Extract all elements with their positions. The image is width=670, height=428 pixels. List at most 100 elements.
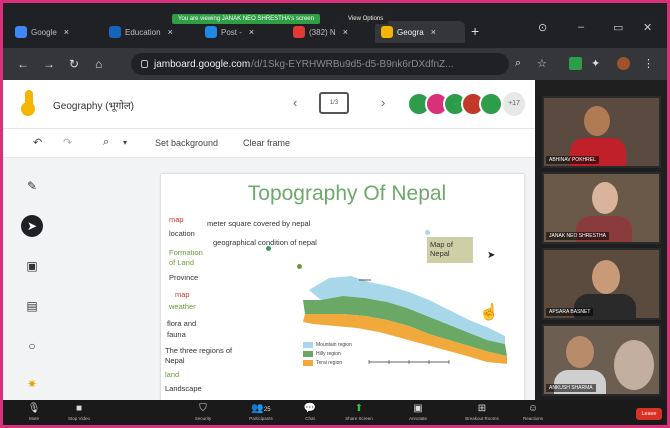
security-button[interactable]: ⛉ Security bbox=[183, 403, 223, 421]
tool-rail: ✎ ➤ ▣ ▤ ○ ✷ bbox=[15, 175, 49, 395]
back-icon[interactable]: ← bbox=[17, 57, 29, 71]
restore-icon[interactable]: ▭ bbox=[613, 21, 623, 34]
tab-post[interactable]: Post - × bbox=[199, 21, 283, 43]
reload-icon[interactable]: ↻ bbox=[69, 57, 79, 71]
chat-button[interactable]: 💬 Chat bbox=[293, 403, 327, 421]
participant-name: APSARA BASNET bbox=[546, 308, 594, 316]
participant-face bbox=[584, 106, 610, 136]
stop-video-button[interactable]: ■ Stop Video bbox=[59, 403, 99, 421]
shield-icon: ⛉ bbox=[199, 403, 207, 414]
slide-note: weather bbox=[169, 302, 196, 311]
participant-tile[interactable]: ABHINAV POKHREL bbox=[542, 96, 661, 168]
reactions-button[interactable]: ☺ Reactions bbox=[513, 403, 553, 421]
puzzle-icon[interactable]: ✦ bbox=[591, 57, 600, 70]
undo-icon[interactable]: ↶ bbox=[33, 136, 42, 149]
hand-cursor-icon: ☝ bbox=[479, 304, 499, 321]
tab-education[interactable]: Education × bbox=[103, 21, 193, 43]
redo-icon[interactable]: ↷ bbox=[63, 136, 72, 149]
mute-button[interactable]: 🎙 Mute bbox=[19, 403, 49, 421]
participant-tile[interactable]: APSARA BASNET bbox=[542, 248, 661, 320]
select-tool-icon[interactable]: ➤ bbox=[21, 215, 43, 237]
slide-note: map bbox=[169, 215, 184, 224]
browser-tab-strip: Google × Education × Post - × (382) N × … bbox=[3, 3, 667, 48]
tab-label: Education bbox=[125, 27, 161, 37]
collaborator-avatar[interactable] bbox=[479, 92, 503, 116]
participant-face bbox=[592, 260, 620, 294]
camera-icon: ■ bbox=[75, 403, 83, 414]
close-icon[interactable]: × bbox=[249, 27, 254, 37]
slide-note: Nepal bbox=[165, 356, 185, 365]
sticky-note-tool-icon[interactable]: ▣ bbox=[21, 255, 43, 277]
slide-note: Landscape bbox=[165, 384, 202, 393]
breakout-rooms-button[interactable]: ⊞ Breakout Rooms bbox=[455, 403, 509, 421]
profile-circle-icon[interactable]: ⊙ bbox=[538, 21, 547, 34]
view-options-button[interactable]: View Options bbox=[343, 14, 389, 24]
image-tool-icon[interactable]: ▤ bbox=[21, 295, 43, 317]
tab-geography[interactable]: Geogra × bbox=[375, 21, 465, 43]
slide-note: location bbox=[169, 229, 195, 238]
new-tab-button[interactable]: + bbox=[471, 23, 479, 39]
previous-frame-icon[interactable]: ‹ bbox=[293, 95, 297, 110]
forward-icon[interactable]: → bbox=[43, 57, 55, 71]
document-title[interactable]: Geography (भूगोल) bbox=[53, 98, 134, 112]
annotate-button[interactable]: ▣ Annotate bbox=[391, 403, 445, 421]
participant-tile[interactable]: JANAK NEO SHRESTHA bbox=[542, 172, 661, 244]
close-icon[interactable]: × bbox=[168, 27, 173, 37]
jamboard-logo-icon bbox=[21, 90, 37, 116]
frame-bar-button[interactable]: 1/3 bbox=[319, 92, 349, 114]
extension-icon[interactable] bbox=[569, 57, 582, 70]
tab-youtube[interactable]: (382) N × bbox=[287, 21, 371, 43]
legend-label: Hilly region bbox=[316, 351, 341, 357]
participant-body bbox=[554, 370, 606, 394]
zoom-icon[interactable]: ⌕ bbox=[103, 136, 109, 149]
bookmark-star-icon[interactable]: ☆ bbox=[537, 57, 547, 70]
legend-label: Mountain region bbox=[316, 342, 352, 348]
leave-button[interactable]: Leave bbox=[636, 408, 662, 420]
close-window-icon[interactable]: ✕ bbox=[643, 21, 652, 34]
jam-frame-canvas[interactable]: Topography Of Nepal map location Formation… bbox=[161, 174, 524, 400]
slide-note: land bbox=[165, 370, 180, 379]
circle-tool-icon[interactable]: ○ bbox=[21, 335, 43, 357]
laser-tool-icon[interactable]: ✷ bbox=[21, 373, 43, 395]
pen-tool-icon[interactable]: ✎ bbox=[21, 175, 43, 197]
tab-label: Google bbox=[31, 27, 57, 37]
participant-name: ANKUSH SHARMA bbox=[546, 384, 596, 392]
menu-dots-icon[interactable]: ⋮ bbox=[643, 57, 654, 70]
screen-share-banner: You are viewing JANAK NEO SHRESTHA's scr… bbox=[172, 14, 320, 24]
set-background-button[interactable]: Set background bbox=[155, 138, 218, 148]
close-icon[interactable]: × bbox=[431, 27, 436, 37]
legend-swatch-terai bbox=[303, 360, 313, 366]
tab-google[interactable]: Google × bbox=[9, 21, 99, 43]
home-icon[interactable]: ⌂ bbox=[95, 57, 102, 71]
legend-swatch-mountain bbox=[303, 342, 313, 348]
sticky-note[interactable]: Map of Nepal bbox=[427, 237, 473, 263]
profile-avatar-icon[interactable] bbox=[617, 57, 630, 70]
participants-button[interactable]: 👥25 Participants bbox=[239, 403, 283, 421]
mouse-cursor-icon: ➤ bbox=[487, 250, 496, 261]
chat-icon: 💬 bbox=[303, 403, 317, 414]
zoom-dropdown-icon[interactable]: ▾ bbox=[123, 138, 127, 147]
clear-frame-button[interactable]: Clear frame bbox=[243, 138, 290, 148]
more-collaborators-count[interactable]: +17 bbox=[503, 92, 525, 116]
participant-face bbox=[566, 336, 594, 368]
meeting-controls: 🎙 Mute ■ Stop Video ⛉ Security 👥25 Parti… bbox=[3, 400, 667, 425]
slide-title: Topography Of Nepal bbox=[247, 182, 447, 205]
close-icon[interactable]: × bbox=[64, 27, 69, 37]
legend-swatch-hill bbox=[303, 351, 313, 357]
browser-toolbar: ← → ↻ ⌂ jamboard.google.com /d/1Skg-EYRH… bbox=[3, 48, 667, 80]
slide-note: flora and bbox=[167, 319, 197, 328]
share-screen-button[interactable]: ⬆ Share Screen bbox=[337, 403, 381, 421]
participant-tile[interactable]: ANKUSH SHARMA bbox=[542, 324, 661, 396]
next-frame-icon[interactable]: › bbox=[381, 95, 385, 110]
close-icon[interactable]: × bbox=[343, 27, 348, 37]
rooms-icon: ⊞ bbox=[477, 403, 487, 414]
search-icon[interactable]: ⌕ bbox=[515, 57, 521, 70]
people-icon: 👥25 bbox=[251, 403, 271, 414]
jamboard-header: Geography (भूगोल) ‹ 1/3 › +17 bbox=[3, 80, 535, 128]
slide-note: The three regions of bbox=[165, 346, 233, 355]
legend-label: Terai region bbox=[316, 360, 343, 366]
minimize-icon[interactable]: – bbox=[578, 21, 584, 33]
address-bar[interactable]: jamboard.google.com /d/1Skg-EYRHWRBu9d5-… bbox=[131, 53, 509, 75]
participant-body bbox=[574, 294, 636, 318]
youtube-favicon-icon bbox=[293, 26, 305, 38]
